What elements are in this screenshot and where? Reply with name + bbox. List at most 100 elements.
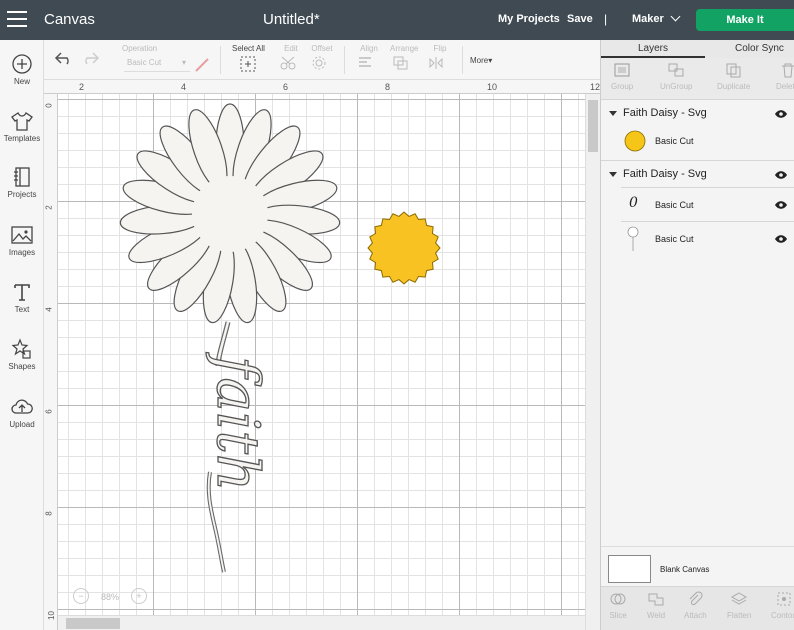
scroll-thumb[interactable]	[66, 618, 120, 629]
collapse-caret-icon[interactable]	[609, 172, 617, 177]
delete-label: Delete	[776, 82, 794, 91]
layer-thumbnail-sunburst	[624, 130, 646, 152]
blank-canvas-label: Blank Canvas	[660, 565, 710, 574]
sidebar-item-projects[interactable]: Projects	[0, 166, 44, 199]
trash-icon	[781, 63, 794, 78]
sidebar-item-new[interactable]: New	[0, 53, 44, 86]
group-label: Group	[611, 82, 634, 91]
faith-script-text[interactable]: faith	[203, 351, 272, 492]
layer-item[interactable]: Basic Cut	[601, 222, 794, 256]
weld-button[interactable]: Weld	[647, 591, 665, 620]
layers-panel: Layers Color Sync Group UnGroup Duplicat…	[600, 40, 794, 630]
my-projects-link[interactable]: My Projects	[498, 13, 560, 25]
sidebar-item-shapes[interactable]: Shapes	[0, 338, 44, 371]
offset-label: Offset	[311, 44, 333, 53]
ruler-tick-label: 10	[46, 611, 56, 620]
plus-circle-icon	[12, 54, 32, 74]
layers-stack-icon	[731, 592, 748, 605]
ruler-tick-label: 4	[44, 307, 54, 312]
select-all-label: Select All	[232, 44, 265, 53]
eye-icon[interactable]	[774, 200, 788, 210]
ungroup-label: UnGroup	[660, 82, 693, 91]
ruler-tick-label: 2	[79, 82, 85, 92]
zoom-in-button[interactable]: +	[131, 588, 147, 604]
offset-button[interactable]: Offset	[311, 44, 333, 72]
duplicate-button[interactable]: Duplicate	[717, 62, 750, 91]
contour-label: Contour	[771, 611, 794, 620]
flatten-button[interactable]: Flatten	[727, 591, 751, 620]
sidebar-item-images[interactable]: Images	[0, 224, 44, 257]
group-name: Faith Daisy - Svg	[623, 168, 707, 180]
weld-label: Weld	[647, 611, 666, 620]
ruler-tick-label: 2	[44, 205, 54, 210]
machine-select[interactable]: Maker	[632, 11, 681, 25]
more-button[interactable]: More▾	[470, 56, 492, 65]
menu-icon[interactable]	[7, 11, 27, 29]
blank-canvas-row: Blank Canvas	[601, 546, 794, 586]
sidebar-item-text[interactable]: Text	[0, 281, 44, 314]
layer-name: Basic Cut	[655, 234, 694, 244]
edit-toolbar: Operation Basic Cut ▾ Select All Edit Off…	[44, 40, 600, 80]
slice-button[interactable]: Slice	[609, 591, 627, 620]
operation-select[interactable]: Basic Cut ▾	[124, 58, 190, 72]
layer-item[interactable]: Basic Cut	[601, 124, 794, 158]
vertical-scrollbar[interactable]	[585, 94, 600, 630]
contour-button[interactable]: Contour	[771, 591, 794, 620]
horizontal-scrollbar[interactable]	[58, 615, 585, 630]
divider	[220, 46, 221, 74]
sidebar-item-upload[interactable]: Upload	[0, 396, 44, 429]
arrange-button[interactable]: Arrange	[390, 44, 418, 72]
app-title: Canvas	[44, 11, 95, 28]
zoom-value: 88%	[101, 592, 120, 602]
make-it-button[interactable]: Make It	[696, 9, 794, 31]
document-title[interactable]: Untitled*	[263, 11, 320, 28]
sidebar-label: Text	[14, 305, 30, 314]
left-sidebar: New Templates Projects Images Text Shape…	[0, 40, 44, 630]
ruler-top: 2 4 6 8 10 12	[44, 80, 600, 94]
group-button[interactable]: Group	[611, 62, 633, 91]
layer-group[interactable]: Faith Daisy - Svg	[601, 163, 794, 187]
image-icon	[11, 226, 33, 244]
align-label: Align	[360, 44, 378, 53]
ruler-left: 0 2 4 6 8 10	[44, 94, 58, 630]
group-name: Faith Daisy - Svg	[623, 107, 707, 119]
eye-icon[interactable]	[774, 109, 788, 119]
select-all-button[interactable]: Select All	[232, 44, 265, 74]
sidebar-label: Templates	[3, 134, 41, 143]
layer-item[interactable]: 0 Basic Cut	[601, 188, 794, 222]
eye-icon[interactable]	[774, 170, 788, 180]
collapse-caret-icon[interactable]	[609, 111, 617, 116]
save-link[interactable]: Save	[567, 13, 593, 25]
operation-label: Operation	[122, 44, 158, 53]
attach-button[interactable]: Attach	[684, 591, 707, 620]
align-button[interactable]: Align	[358, 44, 380, 72]
weld-icon	[648, 593, 664, 606]
ruler-tick-label: 8	[385, 82, 391, 92]
book-icon	[14, 167, 30, 187]
daisy-flower[interactable]	[119, 103, 341, 325]
line-color-icon[interactable]	[194, 57, 210, 73]
tab-layers[interactable]: Layers	[638, 43, 668, 54]
delete-button[interactable]: Delete	[776, 62, 794, 91]
divider	[344, 46, 345, 74]
redo-icon[interactable]	[80, 50, 100, 66]
zoom-out-button[interactable]: −	[73, 588, 89, 604]
ruler-tick-label: 8	[44, 511, 54, 516]
sidebar-label: Upload	[9, 420, 35, 429]
layer-group[interactable]: Faith Daisy - Svg	[601, 102, 794, 126]
scroll-thumb[interactable]	[588, 100, 598, 152]
undo-icon[interactable]	[54, 50, 74, 66]
attach-label: Attach	[684, 611, 707, 620]
flip-button[interactable]: Flip	[429, 44, 451, 72]
design-canvas[interactable]: faith	[58, 94, 585, 630]
layer-name: Basic Cut	[655, 200, 694, 210]
tab-color-sync[interactable]: Color Sync	[735, 43, 784, 54]
duplicate-label: Duplicate	[717, 82, 751, 91]
select-all-icon	[240, 56, 256, 72]
yellow-sunburst[interactable]	[367, 211, 441, 285]
sidebar-item-templates[interactable]: Templates	[0, 110, 44, 143]
eye-icon[interactable]	[774, 234, 788, 244]
canvas-color-swatch[interactable]	[608, 555, 651, 583]
ungroup-button[interactable]: UnGroup	[660, 62, 692, 91]
edit-button[interactable]: Edit	[280, 44, 302, 72]
